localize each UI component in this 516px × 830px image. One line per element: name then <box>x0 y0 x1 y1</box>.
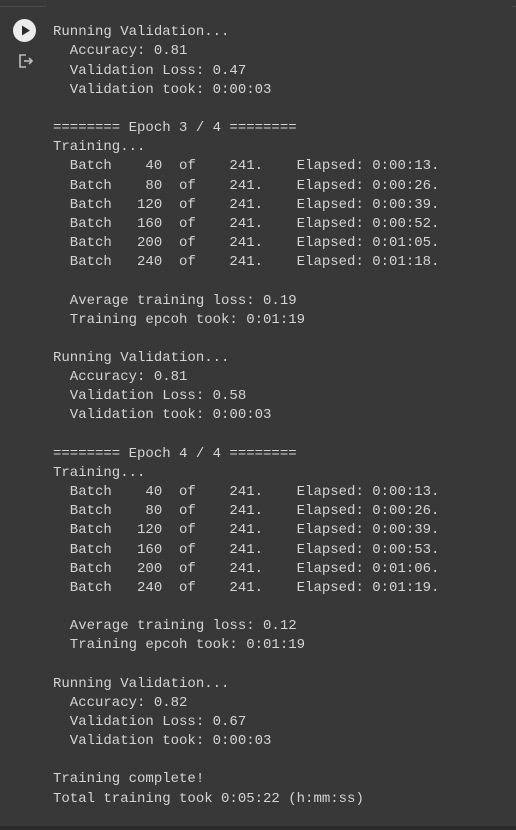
output-line: Validation took: 0:00:03 <box>53 81 272 98</box>
output-line: Batch 80 of 241. Elapsed: 0:00:26. <box>53 177 440 194</box>
output-line: Batch 160 of 241. Elapsed: 0:00:53. <box>53 541 440 558</box>
output-line: Batch 120 of 241. Elapsed: 0:00:39. <box>53 522 440 539</box>
output-line: ======== Epoch 3 / 4 ======== <box>53 120 297 137</box>
output-line: Accuracy: 0.81 <box>53 43 188 60</box>
output-line: Batch 160 of 241. Elapsed: 0:00:52. <box>53 215 440 232</box>
output-line: Running Validation... <box>53 675 230 692</box>
output-line: Batch 240 of 241. Elapsed: 0:01:19. <box>53 579 440 596</box>
output-line: Training... <box>53 464 146 481</box>
output-line: Training epcoh took: 0:01:17 <box>53 0 305 2</box>
output-line: Average training loss: 0.12 <box>53 618 297 635</box>
code-cell: Training epcoh took: 0:01:17 Running Val… <box>0 0 516 830</box>
output-line: Running Validation... <box>53 349 230 366</box>
output-line: Training complete! <box>53 771 205 788</box>
output-line: Batch 240 of 241. Elapsed: 0:01:18. <box>53 254 440 271</box>
output-line: ======== Epoch 4 / 4 ======== <box>53 445 297 462</box>
output-line: Batch 80 of 241. Elapsed: 0:00:26. <box>53 503 440 520</box>
output-line: Accuracy: 0.82 <box>53 694 188 711</box>
output-line: Validation Loss: 0.67 <box>53 713 247 730</box>
output-line: Validation Loss: 0.58 <box>53 388 247 405</box>
output-line: Batch 40 of 241. Elapsed: 0:00:13. <box>53 158 440 175</box>
output-redirect-icon-glyph <box>19 54 34 68</box>
cell-gutter <box>0 0 46 830</box>
output-line: Validation took: 0:00:03 <box>53 733 272 750</box>
output-line: Batch 200 of 241. Elapsed: 0:01:05. <box>53 235 440 252</box>
cell-output-text: Training epcoh took: 0:01:17 Running Val… <box>53 0 439 809</box>
output-line: Batch 120 of 241. Elapsed: 0:00:39. <box>53 196 440 213</box>
cell-output-area[interactable]: Training epcoh took: 0:01:17 Running Val… <box>46 0 512 826</box>
output-line: Training... <box>53 139 146 156</box>
output-redirect-icon[interactable] <box>17 52 35 70</box>
output-line: Training epcoh took: 0:01:19 <box>53 637 306 654</box>
output-line: Average training loss: 0.19 <box>53 292 297 309</box>
output-line: Validation Loss: 0.47 <box>53 62 247 79</box>
output-line: Accuracy: 0.81 <box>53 369 188 386</box>
run-cell-button[interactable] <box>13 19 36 42</box>
play-circle-icon <box>22 25 30 36</box>
output-line: Batch 40 of 241. Elapsed: 0:00:13. <box>53 484 440 501</box>
output-line: Total training took 0:05:22 (h:mm:ss) <box>53 790 364 807</box>
output-line: Running Validation... <box>53 24 230 41</box>
cell-bottom-border <box>0 826 516 830</box>
output-line: Batch 200 of 241. Elapsed: 0:01:06. <box>53 560 440 577</box>
output-line: Validation took: 0:00:03 <box>53 407 272 424</box>
output-line: Training epcoh took: 0:01:19 <box>53 311 306 328</box>
